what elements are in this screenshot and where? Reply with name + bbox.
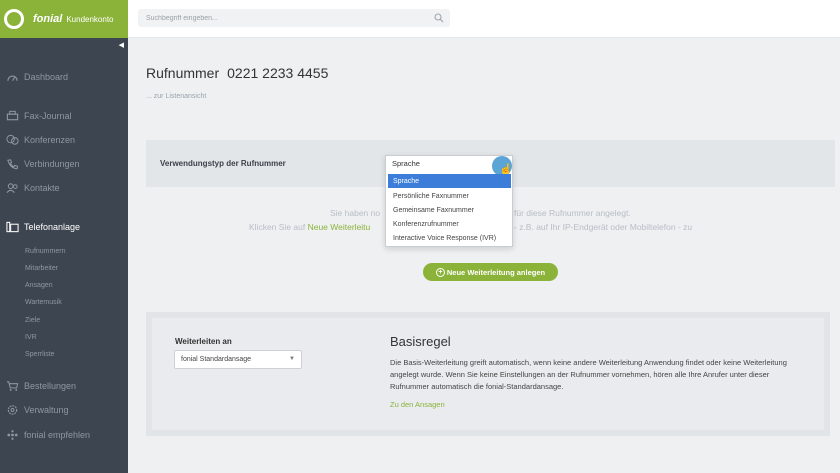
sidebar-item-label: fonial empfehlen [24,430,91,440]
plus-circle-icon: + [435,267,445,277]
sidebar-item-fax-journal[interactable]: Fax-Journal [0,107,128,125]
sidebar-item-kontakte[interactable]: Kontakte [0,179,128,197]
info-text-line2: Klicken Sie auf Neue Weiterleitu [249,222,370,232]
to-announcements-link[interactable]: Zu den Ansagen [390,400,445,409]
sidebar-item-label: Dashboard [24,72,69,82]
info-text-line1-end: für diese Rufnummer angelegt. [514,208,631,218]
conference-icon [5,134,19,146]
phone-icon [5,158,19,170]
sidebar-item-label: Konferenzen [24,135,76,145]
cart-icon [5,380,19,392]
sidebar-subitem-wartemusik[interactable]: Wartemusik [25,299,62,306]
sidebar-item-telefonanlage[interactable]: Telefonanlage [0,218,128,236]
info-text-line2-end: - z.B. auf Ihr IP-Endgerät oder Mobiltel… [514,222,693,232]
sidebar-collapse-bar: ◀ [0,38,128,52]
info-text-line2-start: Klicken Sie auf [249,222,308,232]
sidebar-subitem-ziele[interactable]: Ziele [25,317,40,324]
sidebar-item-label: Verbindungen [24,159,80,169]
page-title: Rufnummer 0221 2233 4455 [146,65,328,81]
usage-type-label: Verwendungstyp der Rufnummer [160,159,286,168]
new-forward-button-label: Neue Weiterleitung anlegen [446,267,546,277]
usage-type-selected[interactable]: Sprache [392,159,420,168]
sidebar-subitem-rufnummern[interactable]: Rufnummern [25,248,65,255]
share-icon [5,429,19,441]
search-box[interactable] [138,9,450,27]
contacts-icon [5,182,19,194]
sidebar-item-fonial-empfehlen[interactable]: fonial empfehlen [0,426,128,444]
new-forward-inline-link[interactable]: Neue Weiterleitu [308,222,371,232]
info-text-line1: Sie haben no [330,208,381,218]
chevron-down-icon: ▼ [289,356,295,362]
sidebar-subitem-mitarbeiter[interactable]: Mitarbeiter [25,265,58,272]
search-input[interactable] [138,14,423,22]
sidebar-subitem-sperrliste[interactable]: Sperrliste [25,351,55,358]
dropdown-option-konferenzrufnummer[interactable]: Konferenzrufnummer [388,217,511,231]
brand-name: fonial [33,13,63,25]
dropdown-toggle-button[interactable]: ☝ [492,156,513,176]
forward-to-label: Weiterleiten an [175,337,232,346]
sidebar-item-verbindungen[interactable]: Verbindungen [0,155,128,173]
forward-target-value: fonial Standardansage [181,356,252,363]
dashboard-icon [5,71,19,83]
phone-system-icon [5,221,19,233]
collapse-arrow-icon[interactable]: ◀ [119,41,124,49]
gear-icon [5,404,19,416]
top-bar [128,0,840,38]
brand-bar[interactable]: fonial Kundenkonto [0,0,128,38]
fax-icon [5,110,19,122]
usage-type-dropdown[interactable]: Sprache ☝ Sprache Persönliche Faxnummer … [385,155,513,247]
sidebar-subitem-ansagen[interactable]: Ansagen [25,282,53,289]
sidebar-item-label: Kontakte [24,183,60,193]
new-forward-button[interactable]: + Neue Weiterleitung anlegen [423,263,558,281]
sidebar-subitem-ivr[interactable]: IVR [25,334,37,341]
sidebar-item-label: Telefonanlage [24,222,81,232]
search-icon[interactable] [434,13,444,23]
sidebar: fonial Kundenkonto ◀ Dashboard Fax-Journ… [0,0,128,473]
dropdown-option-ivr[interactable]: Interactive Voice Response (IVR) [388,231,511,245]
sidebar-item-label: Fax-Journal [24,111,72,121]
dropdown-option-gemeinsame-faxnummer[interactable]: Gemeinsame Faxnummer [388,203,511,217]
dropdown-option-sprache[interactable]: Sprache [388,174,511,188]
base-rule-description: Die Basis-Weiterleitung greift automatis… [390,358,787,391]
logo-icon [4,9,24,29]
sidebar-item-label: Verwaltung [24,405,69,415]
brand-subtitle: Kundenkonto [66,14,114,24]
dropdown-option-persoenliche-faxnummer[interactable]: Persönliche Faxnummer [388,189,511,203]
sidebar-item-dashboard[interactable]: Dashboard [0,68,128,86]
forward-target-select[interactable]: fonial Standardansage ▼ [174,350,302,369]
sidebar-item-bestellungen[interactable]: Bestellungen [0,377,128,395]
sidebar-item-konferenzen[interactable]: Konferenzen [0,131,128,149]
page-title-label: Rufnummer [146,65,220,81]
phone-number: 0221 2233 4455 [227,65,329,81]
sidebar-item-label: Bestellungen [24,381,77,391]
sidebar-item-verwaltung[interactable]: Verwaltung [0,401,128,419]
back-to-list-link[interactable]: ... zur Listenansicht [146,93,206,100]
base-rule-title: Basisregel [390,334,451,349]
